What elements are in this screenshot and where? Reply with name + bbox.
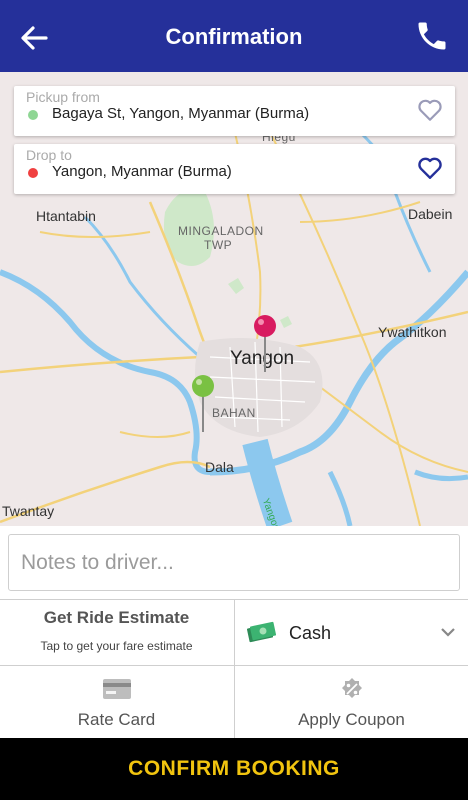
payment-method-select[interactable]: Cash [235, 600, 468, 664]
apply-coupon-button[interactable]: Apply Coupon [235, 666, 468, 738]
heart-outline-icon[interactable] [417, 156, 443, 180]
map-label-mingaladon: MINGALADON [178, 224, 264, 238]
rate-card-button[interactable]: Rate Card [0, 666, 233, 738]
map-label-htantabin: Htantabin [36, 208, 96, 224]
pickup-address: Bagaya St, Yangon, Myanmar (Burma) [52, 105, 310, 122]
notes-field[interactable] [8, 534, 460, 591]
map-label-bahan: BAHAN [212, 406, 256, 420]
map-view[interactable]: Hlegu Htantabin Dabein MINGALADON TWP Yw… [0, 72, 468, 526]
heart-outline-icon[interactable] [417, 98, 443, 122]
coupon-gear-icon [342, 678, 362, 698]
dropoff-dot-icon [28, 168, 38, 178]
money-icon [247, 621, 277, 643]
pickup-dot-icon [28, 110, 38, 120]
map-label-dala: Dala [205, 459, 234, 475]
rate-card-label: Rate Card [77, 710, 156, 729]
pickup-pin-icon[interactable] [190, 374, 216, 434]
confirm-booking-button[interactable]: CONFIRM BOOKING [0, 738, 468, 800]
chevron-down-icon [441, 628, 455, 637]
map-label-twantay: Twantay [2, 503, 55, 519]
page-title: Confirmation [165, 24, 303, 49]
payment-method-label: Cash [289, 623, 332, 643]
map-label-twp: TWP [204, 238, 233, 252]
app-header: Confirmation [0, 0, 468, 72]
dropoff-caption: Drop to [26, 147, 72, 163]
dropoff-address: Yangon, Myanmar (Burma) [52, 163, 232, 180]
map-label-dabein: Dabein [408, 206, 453, 222]
dropoff-pin-icon[interactable] [252, 314, 278, 374]
map-background [0, 111, 468, 526]
pickup-caption: Pickup from [26, 89, 100, 105]
ride-estimate-subtitle: Tap to get your fare estimate [40, 639, 193, 653]
pickup-location-card[interactable]: Pickup from Bagaya St, Yangon, Myanmar (… [14, 86, 455, 136]
map-label-ywathitkon: Ywathitkon [378, 324, 447, 340]
notes-input[interactable] [9, 535, 459, 590]
ride-estimate-title: Get Ride Estimate [43, 608, 190, 627]
phone-icon[interactable] [414, 18, 450, 54]
dropoff-location-card[interactable]: Drop to Yangon, Myanmar (Burma) [14, 144, 455, 194]
apply-coupon-label: Apply Coupon [298, 710, 405, 729]
credit-card-icon [103, 679, 131, 699]
